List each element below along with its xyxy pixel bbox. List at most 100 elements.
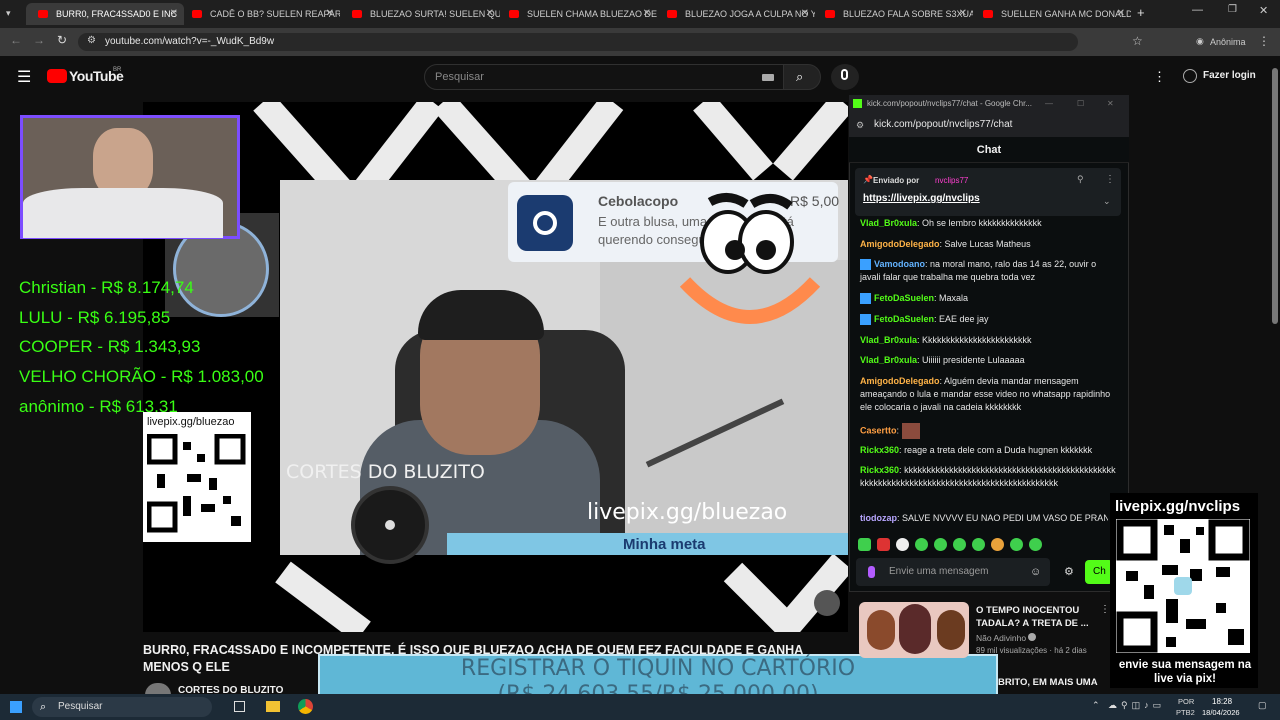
close-tab-icon[interactable]: ✕ — [326, 3, 334, 25]
recommended-channel[interactable]: Não Adivinho — [976, 633, 1026, 643]
recommended-thumbnail[interactable] — [859, 602, 969, 658]
emote-icon[interactable] — [991, 538, 1004, 551]
chat-username[interactable]: FetoDaSuelen — [874, 293, 934, 303]
chat-message: FetoDaSuelen: EAE dee jay — [860, 313, 1116, 326]
tray-icons[interactable]: ☁⚲◫♪▭ — [1108, 700, 1165, 711]
pinned-options-icon[interactable]: ⋮ — [1105, 174, 1115, 185]
windows-start-icon[interactable] — [10, 701, 22, 713]
site-info-icon[interactable]: ⚙ — [87, 35, 96, 46]
chat-send-button[interactable]: Ch — [1085, 560, 1113, 584]
tab[interactable]: SUELLEN GANHA MC DONALD ✕ — [971, 3, 1131, 25]
close-window-icon[interactable]: ✕ — [1259, 4, 1268, 17]
profile-label[interactable]: Anônima — [1210, 37, 1246, 47]
emote-icon[interactable] — [953, 538, 966, 551]
tab[interactable]: BLUEZAO JOGA A CULPA NO Y ✕ — [655, 3, 815, 25]
emoji-picker-icon[interactable]: ☺ — [1030, 558, 1041, 586]
chat-message: Vamodoano: na moral mano, ralo das 14 as… — [860, 259, 1097, 282]
streamer-hair — [418, 290, 544, 340]
tab[interactable]: SUELEN CHAMA BLUEZAO DE ✕ — [497, 3, 657, 25]
tab[interactable]: CADÊ O BB? SUELEN REAPARE ✕ — [180, 3, 340, 25]
emote-icon[interactable] — [1029, 538, 1042, 551]
search-button[interactable]: ⌕ — [783, 64, 821, 90]
emote-icon[interactable] — [877, 538, 890, 551]
chat-maximize-icon[interactable]: ☐ — [1077, 95, 1084, 113]
reload-icon[interactable]: ↻ — [57, 33, 67, 47]
search-box[interactable]: Pesquisar — [424, 64, 784, 90]
new-tab-icon[interactable]: + — [1137, 5, 1145, 20]
taskbar-search[interactable]: ⌕ Pesquisar — [32, 697, 212, 717]
chat-settings-icon[interactable]: ⚙ — [1064, 565, 1074, 578]
chat-username[interactable]: Vlad_Br0xula — [860, 218, 917, 228]
task-view-icon[interactable] — [234, 701, 245, 712]
pinned-link[interactable]: https://livepix.gg/nvclips — [863, 193, 980, 204]
close-tab-icon[interactable]: ✕ — [801, 3, 809, 25]
tab-list-dropdown-icon[interactable]: ▾ — [6, 8, 11, 19]
chat-text: Kkkkkkkkkkkkkkkkkkkkkkkk — [922, 335, 1032, 345]
search-input[interactable]: Pesquisar — [435, 71, 484, 83]
restore-window-icon[interactable]: ❐ — [1228, 4, 1237, 15]
chat-username[interactable]: Vlad_Br0xula — [860, 355, 917, 365]
emote-icon[interactable] — [915, 538, 928, 551]
taskbar-search-placeholder: Pesquisar — [58, 701, 103, 712]
recommended-menu-icon[interactable]: ⋮ — [1100, 604, 1110, 615]
chat-minimize-icon[interactable]: — — [1045, 95, 1053, 113]
chat-username[interactable]: Vamodoano — [874, 259, 925, 269]
chat-url: kick.com/popout/nvclips77/chat — [874, 119, 1013, 130]
emote-icon[interactable] — [858, 538, 871, 551]
chrome-icon[interactable] — [298, 699, 313, 714]
tray-chevron-icon[interactable]: ⌃ — [1092, 700, 1100, 711]
chat-username[interactable]: Casertto — [860, 425, 897, 435]
input-language[interactable]: POR — [1178, 697, 1194, 706]
login-button[interactable]: Fazer login — [1180, 66, 1260, 88]
close-tab-icon[interactable]: ✕ — [643, 3, 651, 25]
expand-chevron-icon[interactable]: ⌄ — [1103, 196, 1111, 207]
forward-icon[interactable]: → — [33, 33, 45, 47]
recommended-next-title[interactable]: BRITO, EM MAIS UMA — [998, 677, 1098, 688]
clock-time[interactable]: 18:28 — [1212, 697, 1232, 706]
chat-close-icon[interactable]: ✕ — [1107, 95, 1114, 113]
page-scrollbar[interactable] — [1272, 68, 1278, 324]
minimize-window-icon[interactable]: — — [1192, 4, 1203, 16]
emote-icon[interactable] — [1010, 538, 1023, 551]
chat-username[interactable]: tiodozap — [860, 513, 897, 523]
emote-icon[interactable] — [972, 538, 985, 551]
tab[interactable]: BLUEZAO FALA SOBRE S3XUAL ✕ — [813, 3, 973, 25]
keyboard-icon[interactable] — [762, 74, 774, 81]
emote-icon[interactable] — [934, 538, 947, 551]
site-settings-icon[interactable]: ⚙ — [856, 113, 864, 137]
chat-username[interactable]: AmigodoDelegado — [860, 376, 940, 386]
recommended-title[interactable]: O TEMPO INOCENTOU TADALA? A TRETA DE ... — [976, 604, 1096, 630]
chat-username[interactable]: FetoDaSuelen — [874, 314, 934, 324]
pinned-by-label: Enviado por — [873, 176, 920, 185]
notifications-icon[interactable]: ▢ — [1258, 700, 1267, 711]
pinned-user[interactable]: nvclips77 — [935, 176, 968, 185]
chat-message: Vlad_Br0xula: Kkkkkkkkkkkkkkkkkkkkkkkk — [860, 335, 1032, 345]
voice-search-button[interactable] — [831, 64, 859, 90]
chat-message-input[interactable]: Envie uma mensagem ☺ — [856, 558, 1050, 586]
browser-menu-icon[interactable]: ⋮ — [1258, 34, 1270, 48]
close-tab-icon[interactable]: ✕ — [486, 3, 494, 25]
channel-watermark: CORTES DO BLUZITO — [286, 461, 485, 483]
back-icon[interactable]: ← — [10, 33, 22, 47]
close-tab-icon[interactable]: ✕ — [170, 3, 178, 25]
emote-icon[interactable] — [896, 538, 909, 551]
chat-username[interactable]: Rickx360 — [860, 445, 899, 455]
close-tab-icon[interactable]: ✕ — [1117, 3, 1125, 25]
chat-username[interactable]: AmigodoDelegado — [860, 239, 940, 249]
chat-username[interactable]: Rickx360 — [860, 465, 899, 475]
bookmark-star-icon[interactable]: ☆ — [1132, 34, 1143, 48]
region-badge: BR — [113, 67, 122, 73]
chat-username[interactable]: Vlad_Br0xula — [860, 335, 917, 345]
chat-url-bar[interactable]: ⚙ kick.com/popout/nvclips77/chat — [849, 113, 1129, 137]
unpin-icon[interactable]: ⚲ — [1077, 174, 1084, 185]
file-explorer-icon[interactable] — [266, 701, 280, 712]
settings-menu-icon[interactable]: ⋮ — [1153, 69, 1166, 85]
input-language-layout[interactable]: PTB2 — [1176, 708, 1195, 717]
hamburger-menu-icon[interactable]: ☰ — [17, 67, 31, 87]
url-text[interactable]: youtube.com/watch?v=-_WudK_Bd9w — [105, 36, 274, 47]
tab-active[interactable]: BURR0, FRAC4SSAD0 E INC ✕ — [26, 3, 184, 25]
pinned-message[interactable]: 📌 Enviado por nvclips77 https://livepix.… — [855, 168, 1121, 216]
tab[interactable]: BLUEZAO SURTA! SUELEN QUE ✕ — [340, 3, 500, 25]
close-tab-icon[interactable]: ✕ — [959, 3, 967, 25]
clock-date[interactable]: 18/04/2026 — [1202, 708, 1240, 717]
